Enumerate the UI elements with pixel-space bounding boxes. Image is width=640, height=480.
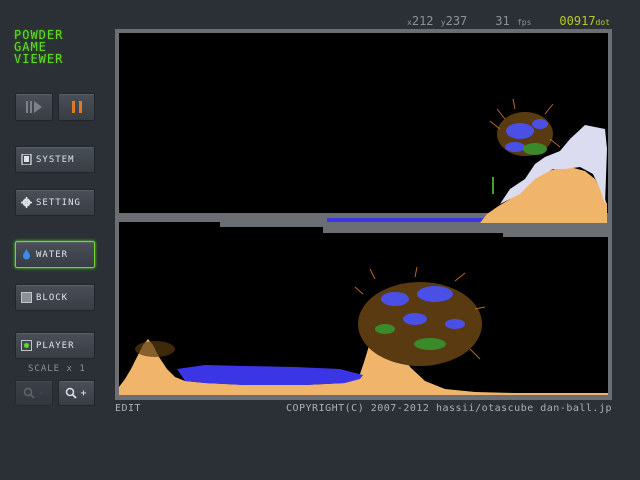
- system-label: SYSTEM: [36, 154, 75, 165]
- magnifier-icon: [23, 387, 35, 399]
- setting-label: SETTING: [36, 197, 81, 208]
- block-square-icon: [21, 292, 32, 303]
- zoom-in-label: +: [80, 387, 88, 399]
- fps-value: 31: [495, 14, 510, 28]
- game-canvas[interactable]: [115, 29, 612, 400]
- water-button[interactable]: WATER: [15, 241, 95, 268]
- copyright-text: COPYRIGHT(C) 2007-2012 hassii/otascube d…: [285, 403, 612, 414]
- fps-label: fps: [516, 18, 532, 27]
- upper-water: [327, 218, 487, 222]
- scale-label: SCALE: [28, 364, 61, 374]
- zoom-out-button[interactable]: -: [15, 380, 53, 406]
- x-value: 212: [411, 14, 434, 28]
- logo-line-3: VIEWER: [14, 52, 64, 66]
- play-step-icon: [26, 101, 42, 113]
- fps-readout: 31 fps: [495, 14, 531, 28]
- zoom-in-button[interactable]: +: [58, 380, 95, 406]
- zoom-out-label: -: [37, 387, 46, 399]
- y-value: 237: [445, 14, 468, 28]
- cursor-coordinates: x212 y237: [407, 14, 467, 28]
- block-label: BLOCK: [36, 292, 69, 303]
- player-icon: [21, 340, 32, 351]
- gear-icon: [21, 197, 32, 208]
- scale-indicator: SCALE x 1: [28, 364, 86, 374]
- edit-link[interactable]: EDIT: [115, 403, 141, 414]
- pause-icon: [71, 101, 82, 113]
- block-button[interactable]: BLOCK: [15, 284, 95, 311]
- magnifier-icon: [66, 387, 78, 399]
- dot-label: dot: [595, 18, 610, 27]
- simulation-view[interactable]: [115, 29, 612, 400]
- footer: EDIT COPYRIGHT(C) 2007-2012 hassii/otasc…: [115, 403, 612, 414]
- step-play-button[interactable]: [15, 93, 53, 121]
- player-button[interactable]: PLAYER: [15, 332, 95, 359]
- player-label: PLAYER: [36, 340, 75, 351]
- app-logo: POWDER GAME VIEWER: [14, 29, 63, 65]
- status-bar: x212 y237 31 fps 00917dot: [407, 14, 610, 28]
- tablet-icon: [21, 154, 32, 165]
- pause-button[interactable]: [58, 93, 95, 121]
- water-drop-icon: [23, 249, 30, 260]
- water-label: WATER: [36, 249, 69, 260]
- scale-value: x 1: [66, 364, 86, 374]
- dot-count: 00917dot: [559, 14, 610, 28]
- setting-button[interactable]: SETTING: [15, 189, 95, 216]
- system-button[interactable]: SYSTEM: [15, 146, 95, 173]
- dot-value: 00917: [559, 14, 596, 28]
